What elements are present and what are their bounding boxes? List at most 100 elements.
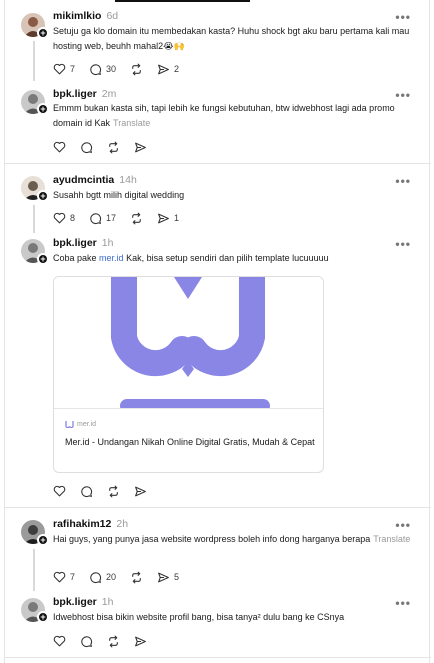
- post-text: Susahh bgtt milih digital wedding: [53, 190, 185, 200]
- like-count: 7: [70, 572, 76, 582]
- more-dots-icon[interactable]: •••: [395, 596, 411, 610]
- share-button[interactable]: 2: [157, 63, 179, 76]
- like-button[interactable]: 7: [53, 571, 75, 583]
- follow-plus-icon[interactable]: +: [37, 611, 49, 623]
- post-actions: 7 30 2: [53, 61, 193, 77]
- post-username[interactable]: rafihakim12 2h: [53, 518, 128, 530]
- repost-button[interactable]: [107, 635, 120, 648]
- reply-button[interactable]: [80, 635, 93, 648]
- post-actions: [53, 633, 161, 649]
- reply-button[interactable]: [80, 485, 93, 498]
- share-count: 5: [174, 572, 180, 582]
- link-preview-card[interactable]: mer.id Mer.id - Undangan Nikah Online Di…: [53, 276, 324, 473]
- post-time: 14h: [119, 174, 137, 186]
- inline-link[interactable]: mer.id: [99, 253, 124, 263]
- repost-button[interactable]: [107, 141, 120, 154]
- post-time: 1h: [101, 237, 114, 249]
- repost-icon: [109, 141, 118, 153]
- follow-plus-icon[interactable]: +: [37, 103, 49, 115]
- send-icon: [158, 64, 169, 74]
- repost-icon: [109, 485, 118, 497]
- post-time: 6d: [106, 10, 119, 22]
- repost-button[interactable]: [130, 571, 143, 584]
- share-button[interactable]: [134, 485, 147, 498]
- post-username[interactable]: ayudmcintia 14h: [53, 174, 137, 186]
- translate-link[interactable]: Translate: [373, 534, 410, 544]
- more-dots-icon[interactable]: •••: [395, 10, 411, 24]
- like-count: 8: [70, 213, 76, 223]
- comment-icon: [81, 141, 93, 153]
- comment-icon: [81, 485, 93, 497]
- more-dots-icon[interactable]: •••: [395, 88, 411, 102]
- repost-button[interactable]: [107, 485, 120, 498]
- more-dots-icon[interactable]: •••: [395, 174, 411, 188]
- post-divider: [5, 657, 431, 658]
- comment-icon: [90, 63, 102, 75]
- thread-line: [33, 549, 35, 591]
- repost-icon: [109, 635, 118, 647]
- heart-icon: [53, 141, 66, 153]
- merid-favicon-icon: [65, 421, 74, 428]
- post-username[interactable]: bpk.liger 2m: [53, 88, 116, 100]
- post-actions: [53, 483, 161, 499]
- post-username[interactable]: bpk.liger 1h: [53, 237, 113, 249]
- heart-icon: [53, 635, 66, 647]
- post-time: 2h: [116, 518, 129, 530]
- post-text: Idwebhost bisa bikin website profil bang…: [53, 612, 345, 622]
- post-divider: [5, 507, 431, 508]
- post-actions: [53, 139, 161, 155]
- repost-icon: [132, 63, 141, 75]
- feed-frame: + mikimlkio 6d ••• Setuju ga klo domain i…: [4, 0, 431, 663]
- send-icon: [158, 213, 169, 223]
- link-source: mer.id: [65, 421, 96, 428]
- send-icon: [158, 572, 169, 582]
- post-username[interactable]: bpk.liger 1h: [53, 596, 113, 608]
- like-count: 7: [70, 64, 76, 74]
- like-button[interactable]: [53, 485, 66, 497]
- post-divider: [5, 163, 431, 164]
- share-button[interactable]: [134, 635, 147, 648]
- send-icon: [135, 636, 146, 646]
- thread-line: [33, 41, 35, 81]
- more-dots-icon[interactable]: •••: [395, 518, 411, 532]
- heart-icon: [53, 485, 66, 497]
- comment-icon: [90, 212, 102, 224]
- repost-button[interactable]: [130, 212, 143, 225]
- post-time: 1h: [101, 596, 114, 608]
- post-actions: 7 20 5: [53, 569, 193, 585]
- more-dots-icon[interactable]: •••: [395, 237, 411, 251]
- like-button[interactable]: [53, 141, 66, 153]
- post-username[interactable]: mikimlkio 6d: [53, 10, 118, 22]
- comment-icon: [81, 635, 93, 647]
- share-button[interactable]: 5: [157, 571, 179, 584]
- link-preview-image: [54, 277, 323, 409]
- comment-icon: [90, 571, 102, 583]
- reply-button[interactable]: 17: [89, 212, 116, 225]
- reply-button[interactable]: [80, 141, 93, 154]
- thread-line: [33, 205, 35, 233]
- like-button[interactable]: [53, 635, 66, 647]
- send-icon: [135, 486, 146, 496]
- follow-plus-icon[interactable]: +: [37, 253, 49, 265]
- repost-button[interactable]: [130, 63, 143, 76]
- post-text: Emmm bukan kasta sih, tapi lebih ke fung…: [53, 103, 395, 128]
- reply-button[interactable]: 30: [89, 63, 116, 76]
- heart-icon: [53, 63, 66, 75]
- reply-count: 20: [106, 572, 117, 582]
- link-title: Mer.id - Undangan Nikah Online Digital G…: [65, 437, 315, 447]
- post-time: 2m: [101, 88, 117, 100]
- translate-link[interactable]: Translate: [113, 118, 150, 128]
- share-button[interactable]: [134, 141, 147, 154]
- post-text: Setuju ga klo domain itu membedakan kast…: [53, 26, 410, 51]
- like-button[interactable]: 8: [53, 212, 75, 224]
- follow-plus-icon[interactable]: +: [37, 27, 49, 39]
- like-button[interactable]: 7: [53, 63, 75, 75]
- follow-plus-icon[interactable]: +: [37, 534, 49, 546]
- post-actions: 8 17 1: [53, 210, 193, 226]
- repost-icon: [132, 212, 141, 224]
- reply-button[interactable]: 20: [89, 571, 116, 584]
- post-text: Coba pake mer.id Kak, bisa setup sendiri…: [53, 253, 329, 263]
- follow-plus-icon[interactable]: +: [37, 190, 49, 202]
- reply-count: 17: [106, 213, 117, 223]
- share-button[interactable]: 1: [157, 212, 179, 225]
